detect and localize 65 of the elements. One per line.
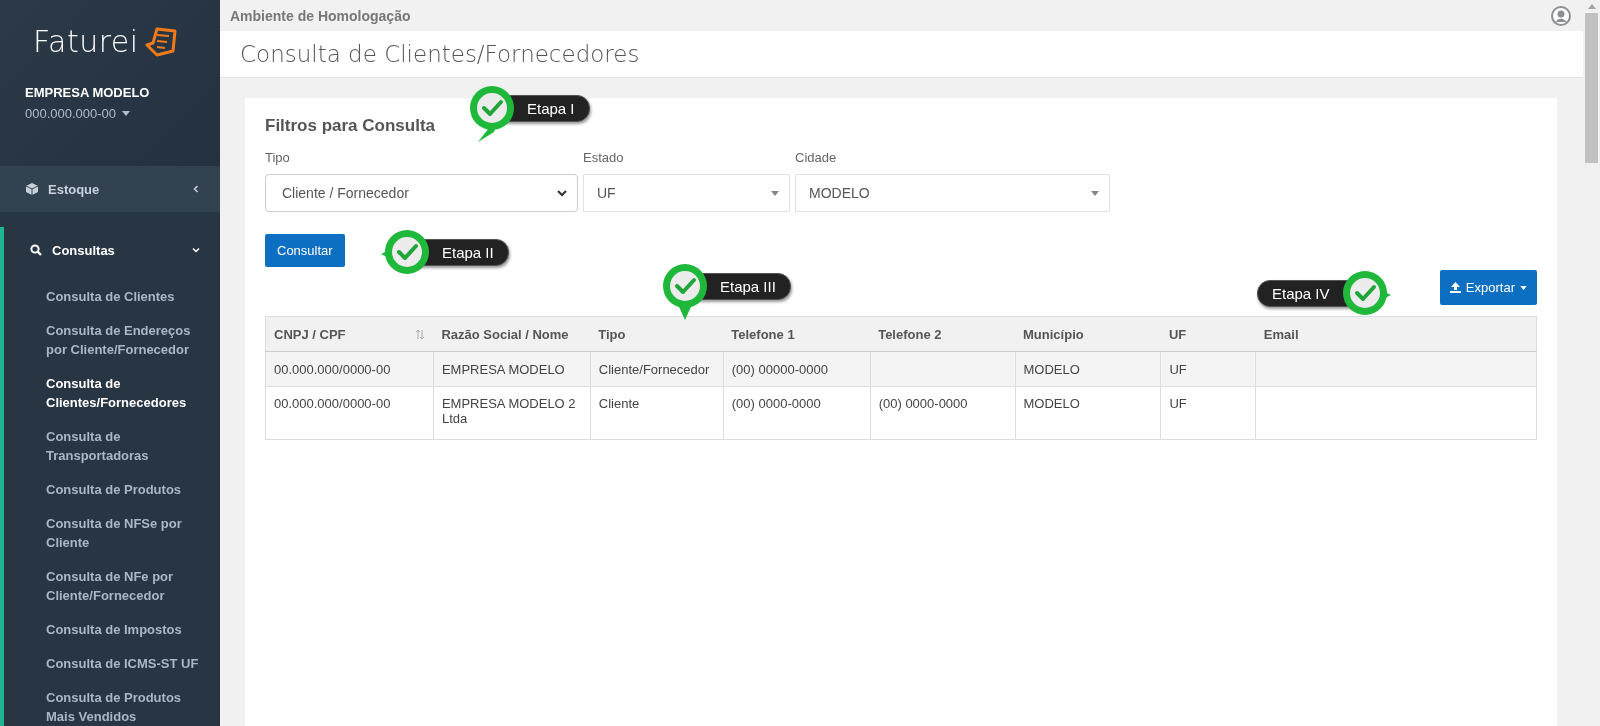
column-header: Município [1015,316,1161,352]
column-header: Telefone 2 [870,316,1016,352]
table-cell: 00.000.000/0000-00 [265,351,434,387]
column-header: Tipo [590,316,724,352]
select-field[interactable]: Cliente / Fornecedor [265,174,578,212]
table-cell: Cliente/Fornecedor [590,351,724,387]
submenu-item[interactable]: Consulta de Clientes/Fornecedores [46,374,210,412]
menu-label: Consultas [52,242,116,258]
column-header: Email [1255,316,1537,352]
scrollbar-thumb[interactable] [1585,13,1598,163]
column-header: Telefone 1 [723,316,871,352]
submenu-item[interactable]: Consulta de ICMS-ST UF [46,654,210,673]
table-cell: UF [1160,351,1256,387]
submenu-item[interactable]: Consulta de Transportadoras [46,427,210,465]
chevron-left-icon [192,185,200,193]
column-header[interactable]: CNPJ / CPF [265,316,434,352]
table-cell: (00) 0000-0000 [870,386,1016,440]
check-pin-icon [1340,269,1393,317]
section-title: Filtros para Consulta [265,116,437,136]
table-cell: (00) 00000-0000 [723,351,871,387]
column-header: Razão Social / Nome [433,316,591,352]
scroll-up-icon [1587,4,1596,9]
table-cell: MODELO [1015,386,1161,440]
field-label: Cidade [795,150,838,165]
table-cell: EMPRESA MODELO 2 Ltda [433,386,591,440]
menu-item[interactable]: Estoque [0,166,220,212]
column-header: UF [1160,316,1256,352]
table-cell: 00.000.000/0000-00 [265,386,434,440]
check-pin-icon [468,84,516,144]
upload-icon [1449,282,1461,293]
caret-icon [771,190,779,196]
caret-icon [1520,285,1527,290]
table-cell: Cliente [590,386,724,440]
table-cell: EMPRESA MODELO [433,351,591,387]
submenu-item[interactable]: Consulta de Endereços por Cliente/Fornecedor [46,321,210,359]
caret-icon [122,111,131,116]
submenu-item[interactable]: Consulta de NFSe por Cliente [46,514,210,552]
field-label: Tipo [265,150,291,165]
check-pin-icon [661,262,709,322]
field-label: Estado [583,150,625,165]
table-cell: UF [1160,386,1256,440]
consultar-button[interactable]: Consultar [265,234,345,267]
company-document[interactable]: 000.000.000-00 [25,106,220,121]
logo-text: Faturei [33,24,139,59]
user-avatar-icon[interactable] [1551,5,1571,26]
box-icon [26,183,38,195]
chevron-down-icon [557,189,567,197]
select-field[interactable]: UF [583,174,790,212]
check-pin-icon [379,228,431,276]
menu-label: Estoque [48,181,101,197]
caret-icon [1091,190,1099,196]
page-title: Consulta de Clientes/Fornecedores [240,41,640,67]
submenu-item[interactable]: Consulta de Produtos [46,480,210,499]
environment-label: Ambiente de Homologação [230,7,411,24]
submenu-item[interactable]: Consulta de Produtos Mais Vendidos [46,688,210,726]
search-icon [30,244,42,256]
submenu-item[interactable]: Consulta de NFe por Cliente/Fornecedor [46,567,210,605]
chevron-down-icon [192,246,200,254]
company-name: EMPRESA MODELO [25,85,151,100]
table-cell: (00) 0000-0000 [723,386,871,440]
table-cell: MODELO [1015,351,1161,387]
submenu-item[interactable]: Consulta de Impostos [46,620,210,639]
select-field[interactable]: MODELO [795,174,1110,212]
export-button[interactable]: Exportar [1439,270,1537,305]
submenu-item[interactable]: Consulta de Clientes [46,287,210,306]
